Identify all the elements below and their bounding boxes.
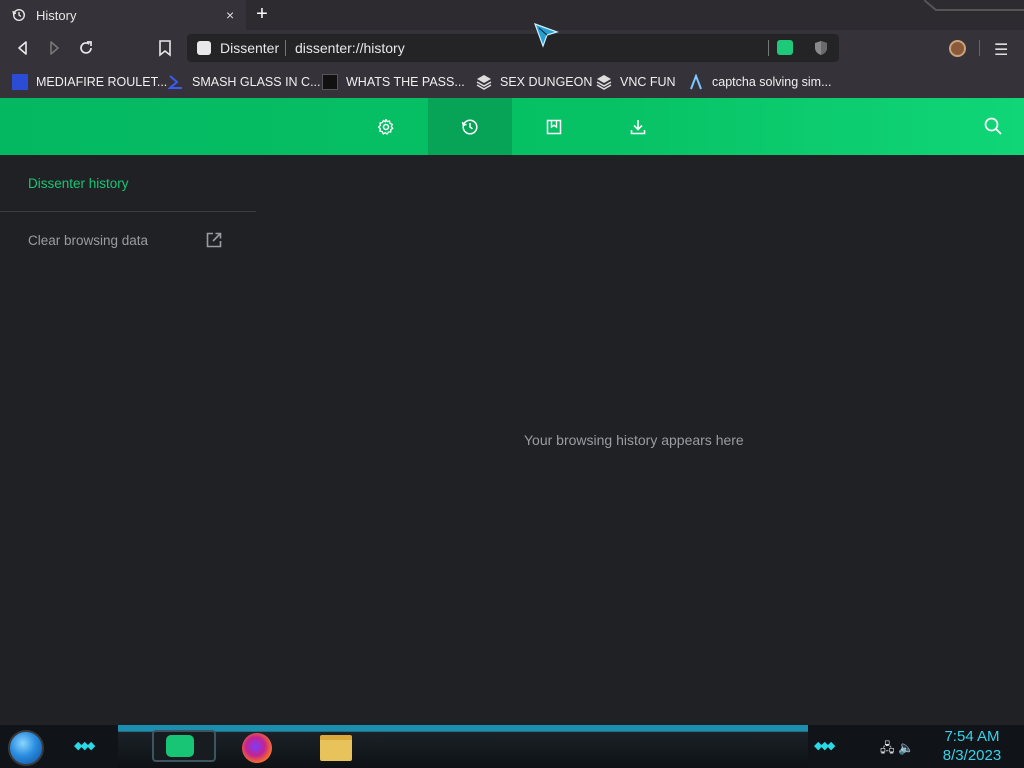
mouse-cursor-icon [533,22,559,48]
bookmark-box-icon [546,119,562,134]
empty-history-message: Your browsing history appears here [524,432,744,448]
sigma-icon [168,75,182,89]
bookmark-label: WHATS THE PASS... [346,75,465,89]
gear-icon [377,118,394,135]
bookmark-item[interactable]: SEX DUNGEON [476,72,592,92]
external-link-icon[interactable] [205,231,223,249]
bookmark-item[interactable]: VNC FUN [596,72,676,92]
site-name: Dissenter [220,40,280,56]
site-icon [322,74,338,90]
history-icon [12,8,26,25]
caret-icon [690,74,702,90]
address-bar[interactable]: Dissenter dissenter://history [187,34,839,62]
window-frame-decoration [924,0,1024,11]
tab-title: History [36,8,77,23]
bookmark-item[interactable]: SMASH GLASS IN C... [168,72,321,92]
dissenter-site-icon [197,41,211,55]
bookmark-label: SEX DUNGEON [500,75,593,89]
download-icon [630,119,646,134]
sidebar-title[interactable]: Dissenter history [28,176,129,191]
dissenter-app-icon [166,735,194,757]
profile-avatar[interactable] [949,40,966,57]
vnc-icon [596,75,612,90]
network-volume-tray[interactable]: 🖧 🔈 [880,739,914,761]
toolbar-separator [979,40,980,56]
forward-icon[interactable] [45,39,63,57]
shield-icon[interactable] [813,40,829,56]
taskbar-decoration: ◆◆◆ [814,740,835,752]
tab-settings[interactable] [344,98,428,155]
url-text[interactable]: dissenter://history [295,40,405,56]
bookmark-label: captcha solving sim... [712,75,832,89]
sidebar-divider [0,211,256,212]
mediafire-icon [12,74,28,90]
tab-bookmarks[interactable] [512,98,596,155]
tab-history[interactable]: History × [0,0,246,30]
address-separator-2 [768,40,769,56]
taskbar: ◆◆◆ ◆◆◆ 🖧 🔈 7:54 AM 8/3/2023 [0,725,1024,768]
new-tab-button[interactable]: + [252,4,272,25]
start-button[interactable] [8,730,44,766]
history-nav-bar [0,98,1024,155]
dissenter-extension-icon[interactable] [777,40,793,55]
bookmark-icon[interactable] [156,39,174,57]
clear-browsing-data-link[interactable]: Clear browsing data [28,233,148,248]
bookmark-label: VNC FUN [620,75,676,89]
tab-downloads[interactable] [596,98,680,155]
bookmark-label: MEDIAFIRE ROULET... [36,75,168,89]
taskbar-dissenter[interactable] [152,730,216,762]
tab-strip: History × + [0,0,1024,30]
dungeon-icon [476,75,492,90]
menu-icon[interactable]: ☰ [994,40,1008,60]
bookmark-label: SMASH GLASS IN C... [192,75,321,89]
search-icon[interactable] [982,115,1004,137]
taskbar-track [118,731,808,768]
history-page: Dissenter history Clear browsing data Yo… [0,155,1024,725]
firefox-icon[interactable] [242,733,272,763]
reload-icon[interactable] [77,39,95,57]
system-clock[interactable]: 7:54 AM 8/3/2023 [936,727,1008,765]
back-icon[interactable] [14,39,32,57]
bookmark-item[interactable]: WHATS THE PASS... [322,72,465,92]
bookmark-item[interactable]: captcha solving sim... [688,72,832,92]
clock-time: 7:54 AM [944,728,1000,745]
file-explorer-icon[interactable] [320,735,352,761]
tab-history[interactable] [428,98,512,155]
clock-date: 8/3/2023 [942,747,1002,764]
address-separator [285,40,286,56]
taskbar-decoration: ◆◆◆ [74,740,95,752]
bookmark-item[interactable]: MEDIAFIRE ROULET... [12,72,167,92]
bookmarks-bar: MEDIAFIRE ROULET... SMASH GLASS IN C... … [0,66,1024,98]
history-icon [461,118,478,135]
close-tab-icon[interactable]: × [226,7,234,23]
